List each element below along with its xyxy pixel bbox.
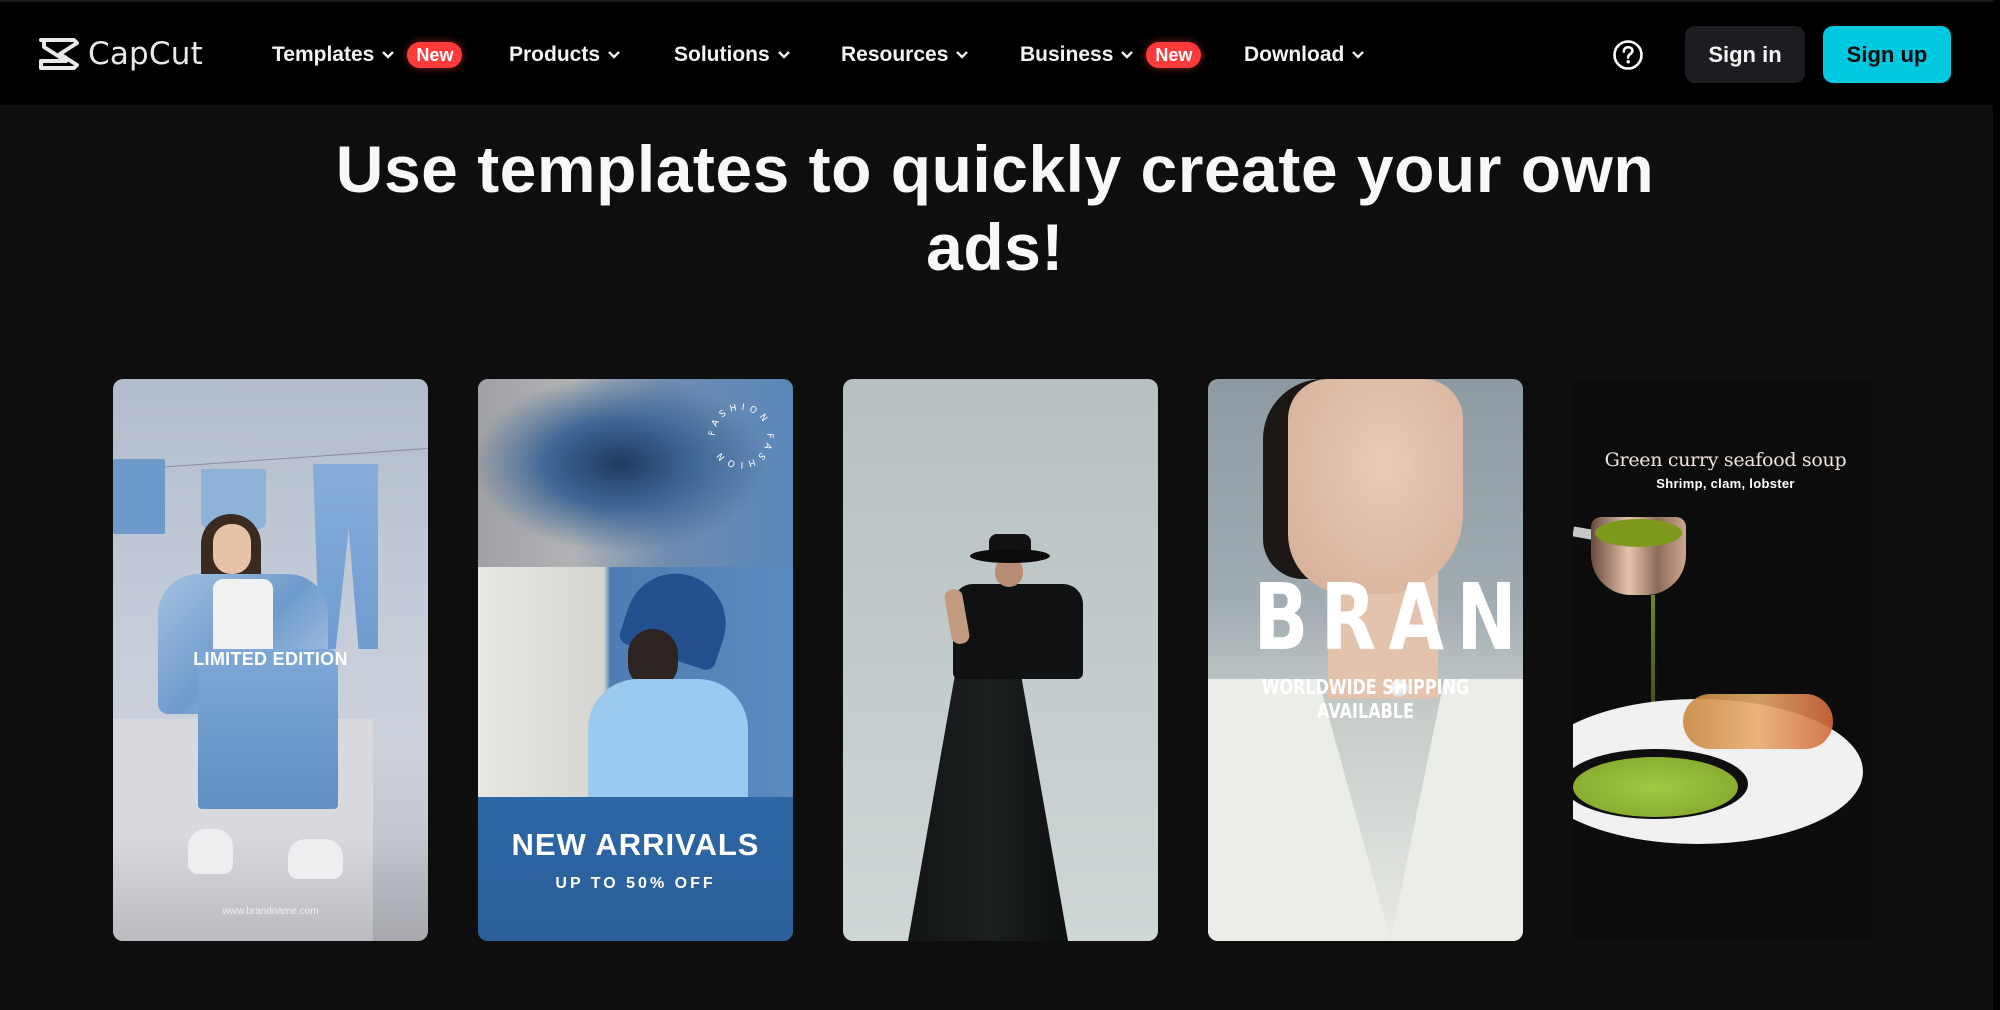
card-art xyxy=(213,579,273,659)
logo-text: CapCut xyxy=(88,36,203,72)
card-subline: WORLDWIDE SHIPPING AVAILABLE xyxy=(1261,675,1470,723)
card-subline: Shrimp, clam, lobster xyxy=(1656,476,1795,491)
card-art xyxy=(908,669,1068,941)
chevron-down-icon xyxy=(1352,51,1365,59)
chevron-down-icon xyxy=(382,51,395,59)
chevron-down-icon xyxy=(608,51,620,59)
card-art xyxy=(1288,379,1463,594)
capcut-logo-icon xyxy=(39,38,79,70)
new-badge: New xyxy=(407,42,463,68)
top-navigation-bar: CapCut Templates New Products Solutions … xyxy=(0,0,1993,105)
card-banner xyxy=(478,797,793,941)
template-card-new-arrivals[interactable]: FASHION FASHION NEW ARRIVALS UP TO 50% O… xyxy=(478,379,793,941)
nav-solutions[interactable]: Solutions xyxy=(674,38,791,72)
card-headline: BRAND xyxy=(1253,564,1523,671)
card-art xyxy=(1573,757,1738,817)
nav-business[interactable]: Business New xyxy=(1020,38,1202,72)
page-title: Use templates to quickly create your own… xyxy=(335,132,1655,284)
card-art xyxy=(188,829,233,874)
card-art xyxy=(953,584,1083,679)
card-art xyxy=(113,834,428,941)
card-art xyxy=(588,679,748,797)
card-art xyxy=(1595,519,1682,547)
card-subline: UP TO 50% OFF xyxy=(555,875,716,892)
nav-resources[interactable]: Resources xyxy=(841,38,969,72)
nav-templates[interactable]: Templates New xyxy=(272,38,463,72)
page: CapCut Templates New Products Solutions … xyxy=(0,0,1993,1010)
chevron-down-icon xyxy=(1121,51,1134,59)
template-card-brand[interactable]: BRAND WORLDWIDE SHIPPING AVAILABLE xyxy=(1208,379,1523,941)
nav-templates-label: Templates xyxy=(272,43,375,66)
template-card-black-dress[interactable] xyxy=(843,379,1158,941)
card-headline: NEW ARRIVALS xyxy=(511,827,760,862)
card-footer-url: www.brandname.com xyxy=(222,906,319,917)
card-art xyxy=(113,459,165,534)
template-card-limited-edition[interactable]: LIMITED EDITION www.brandname.com xyxy=(113,379,428,941)
card-headline: Green curry seafood soup xyxy=(1604,449,1847,471)
window-edge xyxy=(1993,0,2000,1010)
fashion-ring-text: FASHION FASHION xyxy=(708,403,774,470)
card-headline: LIMITED EDITION xyxy=(193,649,348,669)
ring-text: FASHION FASHION xyxy=(708,403,770,470)
sign-in-button[interactable]: Sign in xyxy=(1685,26,1805,83)
nav-resources-label: Resources xyxy=(841,43,949,66)
card-art xyxy=(970,549,1050,563)
nav-products[interactable]: Products xyxy=(509,38,621,72)
card-art xyxy=(1683,694,1833,749)
chevron-down-icon xyxy=(777,51,790,59)
nav-products-label: Products xyxy=(509,43,601,66)
svg-text:FASHION FASHION: FASHION FASHION xyxy=(708,403,774,470)
new-badge: New xyxy=(1146,42,1202,68)
nav-download[interactable]: Download xyxy=(1244,38,1365,72)
help-icon[interactable] xyxy=(1612,39,1644,71)
card-art xyxy=(213,524,251,574)
card-art xyxy=(288,839,343,879)
nav-download-label: Download xyxy=(1244,43,1345,66)
nav-solutions-label: Solutions xyxy=(674,43,770,66)
nav-business-label: Business xyxy=(1020,43,1114,66)
capcut-logo[interactable]: CapCut xyxy=(38,36,203,72)
sign-up-button[interactable]: Sign up xyxy=(1823,26,1951,83)
chevron-down-icon xyxy=(956,51,969,59)
card-art xyxy=(198,649,338,809)
template-card-green-curry-soup[interactable]: Green curry seafood soup Shrimp, clam, l… xyxy=(1573,379,1878,941)
